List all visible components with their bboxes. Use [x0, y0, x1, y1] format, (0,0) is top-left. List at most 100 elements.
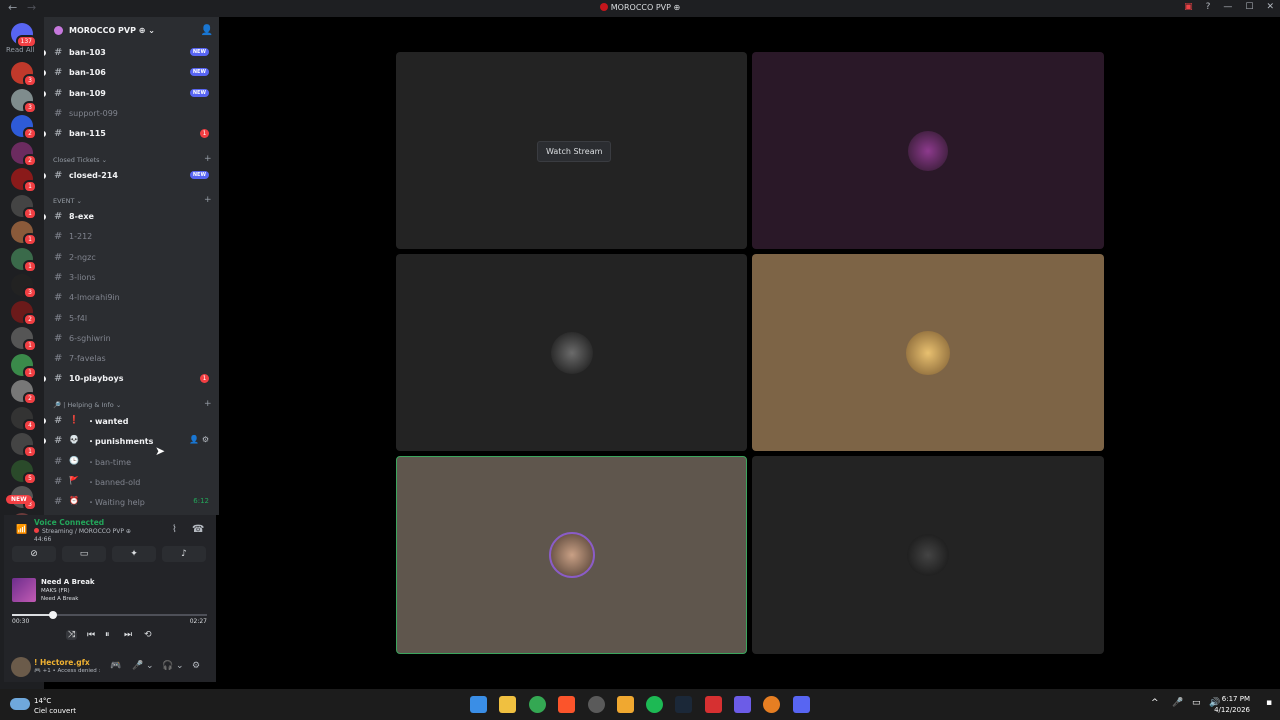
repeat-icon[interactable]: ⟲ — [144, 630, 152, 640]
add-channel-icon[interactable]: + — [204, 195, 212, 205]
participant-tile[interactable] — [752, 456, 1104, 654]
microphone-icon[interactable]: 🎤 — [132, 661, 143, 671]
app-icon[interactable] — [793, 696, 810, 713]
chevron-down-icon[interactable]: ⌄ — [146, 661, 154, 671]
noise-suppression-icon[interactable]: ⌇ — [172, 524, 177, 535]
voice-channel[interactable]: Streaming / MOROCCO PVP ⊕ — [34, 528, 131, 535]
channel-settings-icon[interactable]: 👤 ⚙ — [189, 435, 209, 444]
screen-share-button[interactable]: ▭ — [62, 546, 106, 562]
direct-messages-button[interactable]: 137 — [11, 23, 37, 48]
channel-item[interactable]: # ban-103 NEW — [44, 44, 219, 62]
channel-item[interactable]: #1-212 — [44, 228, 219, 246]
app-icon[interactable] — [705, 696, 722, 713]
notifications-icon[interactable]: ▪ — [1266, 698, 1272, 708]
server-avatar[interactable]: 1 — [11, 168, 37, 193]
camera-button[interactable]: ⊘ — [12, 546, 56, 562]
server-avatar[interactable]: 2 — [11, 115, 37, 140]
server-avatar[interactable]: 3 — [11, 274, 37, 299]
close-icon[interactable]: ✕ — [1266, 2, 1274, 12]
avatar[interactable] — [11, 657, 31, 677]
chevron-up-icon[interactable]: ^ — [1151, 698, 1159, 708]
spotify-icon[interactable] — [646, 696, 663, 713]
soundboard-button[interactable]: ♪ — [162, 546, 206, 562]
read-all-button[interactable]: Read All — [6, 46, 35, 54]
channel-item[interactable]: #10-playboys 1 — [44, 370, 219, 388]
participant-tile[interactable] — [752, 254, 1104, 451]
track-album[interactable]: Need A Break — [41, 596, 79, 602]
channel-item[interactable]: # 🕒 ・ban-time — [44, 453, 219, 471]
voice-status[interactable]: Voice Connected — [34, 518, 104, 527]
server-avatar[interactable]: 3 — [11, 88, 37, 114]
game-controller-icon[interactable]: 🎮 — [110, 661, 121, 671]
server-avatar[interactable]: 1 — [11, 327, 37, 352]
add-channel-icon[interactable]: + — [204, 154, 212, 164]
invite-icon[interactable]: 👤 — [201, 25, 213, 36]
start-icon[interactable] — [470, 696, 487, 713]
microphone-icon[interactable]: 🎤 — [1172, 698, 1183, 708]
server-avatar[interactable]: 4 — [11, 406, 37, 432]
channel-item[interactable]: # closed-214 NEW — [44, 167, 219, 185]
server-avatar[interactable]: 1 — [11, 353, 37, 379]
server-avatar[interactable]: 2 — [11, 141, 37, 167]
server-avatar[interactable]: 1 — [11, 221, 37, 246]
progress-bar[interactable] — [12, 611, 207, 619]
app-icon[interactable] — [734, 696, 751, 713]
track-title[interactable]: Need A Break — [41, 578, 95, 586]
username[interactable]: ! Hectore.gfx — [34, 658, 90, 667]
server-avatar[interactable]: 3 — [11, 62, 37, 87]
speaking-participant-tile[interactable] — [396, 456, 747, 654]
channel-item[interactable]: # 💀 ・punishments 👤 ⚙ — [44, 432, 219, 450]
pause-icon[interactable]: ⏸ — [105, 630, 110, 640]
participant-tile[interactable] — [752, 52, 1104, 249]
server-avatar[interactable]: 1 — [11, 247, 37, 273]
server-avatar[interactable]: 5 — [11, 459, 37, 485]
channel-item[interactable]: # ❗ ・wanted — [44, 412, 219, 430]
channel-item[interactable]: # ban-109 NEW — [44, 85, 219, 103]
channel-item[interactable]: # support-099 — [44, 105, 219, 123]
minimize-icon[interactable]: — — [1223, 2, 1232, 12]
file-explorer-icon[interactable] — [499, 696, 516, 713]
steam-icon[interactable] — [675, 696, 692, 713]
server-avatar[interactable]: 1 — [11, 433, 37, 458]
channel-item[interactable]: #6-sghiwrin — [44, 330, 219, 348]
progress-knob[interactable] — [48, 611, 57, 619]
channel-item[interactable]: # ⏰ ・Waiting help 6:12 — [44, 493, 219, 511]
channel-item[interactable]: #4-lmorahi9in — [44, 289, 219, 307]
category-header[interactable]: Closed Tickets ⌄ + — [53, 154, 212, 164]
previous-icon[interactable]: ⏮ — [87, 630, 95, 640]
shuffle-icon[interactable]: ⤨ — [66, 630, 78, 640]
category-header[interactable]: 🔎 | Helping & Info ⌄ + — [53, 399, 212, 409]
discord-icon[interactable] — [617, 696, 634, 713]
server-avatar[interactable]: 2 — [11, 300, 37, 326]
clock[interactable]: 6:17 PM 4/12/2026 — [1214, 694, 1250, 716]
settings-gear-icon[interactable]: ⚙ — [192, 661, 200, 671]
network-icon[interactable]: ▭ — [1192, 698, 1201, 708]
channel-item[interactable]: # ban-115 1 — [44, 125, 219, 143]
channel-item[interactable]: #5-f4l — [44, 310, 219, 328]
track-artist[interactable]: MAKS (FR) — [41, 588, 70, 594]
category-header[interactable]: EVENT ⌄ + — [53, 195, 212, 205]
channel-item[interactable]: #8-exe — [44, 208, 219, 226]
watch-stream-button[interactable]: Watch Stream — [537, 141, 612, 162]
app-icon[interactable] — [588, 696, 605, 713]
disconnect-icon[interactable]: ☎ — [192, 524, 204, 535]
channel-item[interactable]: # ban-106 NEW — [44, 64, 219, 82]
channel-item[interactable]: #7-favelas — [44, 350, 219, 368]
brave-icon[interactable] — [558, 696, 575, 713]
participant-tile[interactable] — [396, 254, 747, 451]
server-avatar[interactable]: 1 — [11, 194, 37, 220]
help-icon[interactable]: ? — [1206, 2, 1211, 12]
new-badge[interactable]: NEW — [6, 495, 32, 504]
inbox-icon[interactable]: ▣ — [1184, 2, 1193, 12]
add-channel-icon[interactable]: + — [204, 399, 212, 409]
server-avatar[interactable]: 2 — [11, 380, 37, 405]
activities-button[interactable]: ✦ — [112, 546, 156, 562]
headphones-icon[interactable]: 🎧 — [162, 661, 173, 671]
chevron-down-icon[interactable]: ⌄ — [176, 661, 184, 671]
maximize-icon[interactable]: ☐ — [1245, 2, 1253, 12]
channel-item[interactable]: #3-lions — [44, 269, 219, 287]
channel-item[interactable]: #2-ngzc — [44, 249, 219, 267]
chrome-icon[interactable] — [529, 696, 546, 713]
blender-icon[interactable] — [763, 696, 780, 713]
channel-item[interactable]: # 🚩 ・banned-old — [44, 473, 219, 491]
